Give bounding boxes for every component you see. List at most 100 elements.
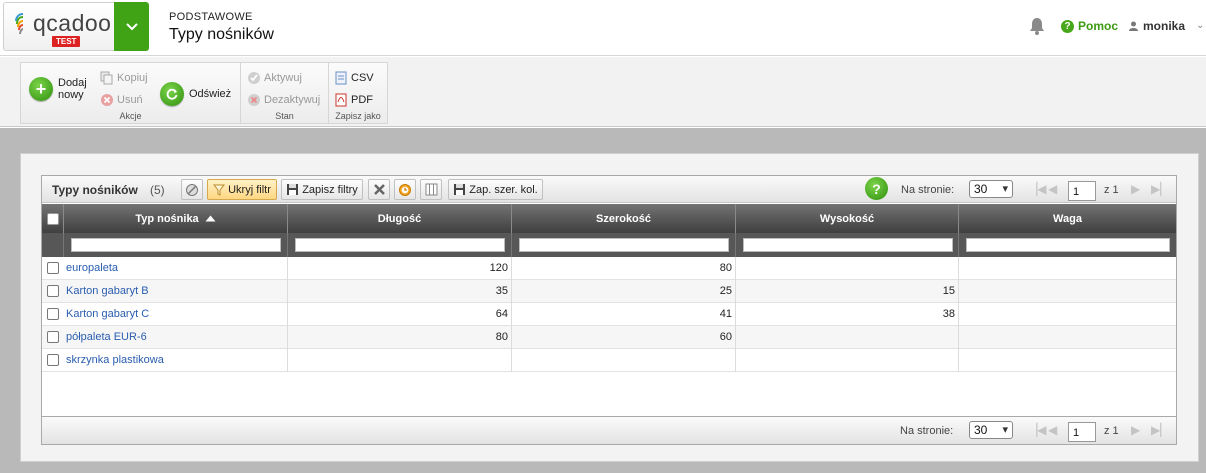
cell-weight bbox=[958, 257, 1176, 280]
column-header-width[interactable]: Szerokość bbox=[511, 204, 735, 233]
deactivate-button[interactable]: Dezaktywuj bbox=[247, 93, 320, 107]
column-header-label: Waga bbox=[1053, 212, 1082, 225]
refresh-label: Odśwież bbox=[189, 88, 232, 100]
user-menu[interactable]: monika bbox=[1129, 19, 1185, 33]
save-column-widths-button[interactable]: Zap. szer. kol. bbox=[448, 179, 543, 200]
table-row[interactable]: Karton gabaryt B 35 25 15 bbox=[42, 280, 1176, 303]
table-row[interactable]: Karton gabaryt C 64 41 38 bbox=[42, 303, 1176, 326]
cell-type[interactable]: Karton gabaryt B bbox=[63, 280, 287, 303]
cell-length: 80 bbox=[287, 326, 511, 349]
logo-icon bbox=[15, 13, 24, 35]
cell-type[interactable]: skrzynka plastikowa bbox=[63, 349, 287, 372]
export-csv-button[interactable]: CSV bbox=[334, 71, 374, 85]
top-header: qcadoo TEST PODSTAWOWE Typy nośników ? P… bbox=[0, 0, 1206, 56]
column-header-type[interactable]: Typ nośnika bbox=[63, 204, 287, 233]
cell-weight bbox=[958, 349, 1176, 372]
row-checkbox[interactable] bbox=[47, 308, 59, 320]
refresh-button[interactable]: Odśwież bbox=[160, 82, 231, 106]
delete-label: Usuń bbox=[117, 94, 143, 106]
last-page-icon[interactable]: ▶▏ bbox=[1151, 423, 1169, 437]
cell-length: 35 bbox=[287, 280, 511, 303]
pdf-label: PDF bbox=[351, 94, 373, 106]
activate-button[interactable]: Aktywuj bbox=[247, 71, 302, 85]
delete-button[interactable]: Usuń bbox=[100, 93, 143, 107]
user-name: monika bbox=[1143, 19, 1186, 33]
cell-weight bbox=[958, 303, 1176, 326]
next-page-icon[interactable]: ▶ bbox=[1131, 182, 1140, 196]
chevron-down-icon[interactable]: ⌄ bbox=[1196, 20, 1204, 31]
add-new-label-1: Dodaj bbox=[58, 77, 87, 89]
first-page-icon[interactable]: ▕◀ bbox=[1028, 423, 1046, 437]
cell-weight bbox=[958, 280, 1176, 303]
last-page-icon[interactable]: ▶▏ bbox=[1151, 182, 1169, 196]
filter-row bbox=[42, 233, 1176, 257]
per-page-select[interactable]: 30 bbox=[969, 421, 1013, 439]
filter-cell bbox=[63, 233, 287, 257]
filter-input-type[interactable] bbox=[71, 238, 281, 252]
row-checkbox[interactable] bbox=[47, 354, 59, 366]
per-page-select[interactable]: 30 bbox=[969, 180, 1013, 198]
column-header-row: Typ nośnika Długość Szerokość Wysokość W… bbox=[42, 204, 1176, 233]
breadcrumb-section: PODSTAWOWE bbox=[169, 11, 253, 23]
prev-page-icon[interactable]: ◀ bbox=[1048, 182, 1057, 196]
ribbon-group-actions: + Dodaj nowy Kopiuj Usuń Odśwież Akcje bbox=[20, 62, 240, 124]
filter-input-weight[interactable] bbox=[966, 238, 1170, 252]
page-number-value: 1 bbox=[1073, 427, 1080, 439]
table-row[interactable]: skrzynka plastikowa bbox=[42, 349, 1176, 372]
filter-input-height[interactable] bbox=[743, 238, 953, 252]
clear-filters-button[interactable] bbox=[368, 179, 390, 200]
app-logo[interactable]: qcadoo TEST bbox=[3, 2, 115, 51]
column-header-weight[interactable]: Waga bbox=[958, 204, 1176, 233]
page-number-input[interactable]: 1 bbox=[1068, 422, 1096, 442]
row-checkbox[interactable] bbox=[47, 262, 59, 274]
cell-type[interactable]: europaleta bbox=[63, 257, 287, 280]
sort-ascending-icon bbox=[205, 215, 216, 222]
add-new-button[interactable]: + Dodaj nowy bbox=[29, 77, 87, 101]
column-header-length[interactable]: Długość bbox=[287, 204, 511, 233]
main-menu-button[interactable] bbox=[114, 2, 149, 51]
copy-label: Kopiuj bbox=[117, 72, 148, 84]
first-page-icon[interactable]: ▕◀ bbox=[1028, 182, 1046, 196]
filter-cell bbox=[958, 233, 1176, 257]
next-page-icon[interactable]: ▶ bbox=[1131, 423, 1140, 437]
ribbon-group-label: Zapisz jako bbox=[335, 111, 381, 121]
row-checkbox[interactable] bbox=[47, 331, 59, 343]
per-page-value: 30 bbox=[974, 182, 988, 196]
filter-input-length[interactable] bbox=[295, 238, 505, 252]
grid-toolbar: Typy nośników (5) Ukryj filtr Zapisz fil… bbox=[42, 176, 1176, 203]
export-pdf-button[interactable]: PDF bbox=[334, 93, 373, 107]
activate-icon bbox=[248, 72, 260, 84]
help-icon: ? bbox=[1061, 19, 1074, 33]
columns-button[interactable] bbox=[420, 179, 442, 200]
filter-cell bbox=[735, 233, 958, 257]
pdf-icon bbox=[335, 93, 347, 107]
hide-filter-button[interactable]: Ukryj filtr bbox=[207, 179, 277, 200]
delete-icon bbox=[101, 94, 113, 106]
page-number-input[interactable]: 1 bbox=[1068, 181, 1096, 201]
deactivate-icon bbox=[248, 94, 260, 106]
active-filter-button[interactable] bbox=[181, 179, 203, 200]
bell-icon[interactable] bbox=[1029, 17, 1045, 35]
grid-count: (5) bbox=[150, 183, 165, 197]
cell-type[interactable]: Karton gabaryt C bbox=[63, 303, 287, 326]
help-link[interactable]: ? Pomoc bbox=[1061, 19, 1118, 33]
clock-icon bbox=[399, 183, 411, 196]
prev-page-icon[interactable]: ◀ bbox=[1048, 423, 1057, 437]
ribbon-group-save-as: CSV PDF Zapisz jako bbox=[328, 62, 388, 124]
table-row[interactable]: europaleta 120 80 bbox=[42, 257, 1176, 280]
reset-order-button[interactable] bbox=[394, 179, 416, 200]
table-row[interactable]: półpaleta EUR-6 80 60 bbox=[42, 326, 1176, 349]
cell-type[interactable]: półpaleta EUR-6 bbox=[63, 326, 287, 349]
logo-text: qcadoo bbox=[33, 10, 112, 36]
cell-height: 38 bbox=[735, 303, 958, 326]
per-page-label: Na stronie: bbox=[900, 425, 954, 437]
csv-icon bbox=[335, 71, 347, 85]
select-all-checkbox[interactable] bbox=[47, 213, 59, 225]
column-header-height[interactable]: Wysokość bbox=[735, 204, 958, 233]
copy-button[interactable]: Kopiuj bbox=[100, 71, 148, 85]
save-filters-button[interactable]: Zapisz filtry bbox=[281, 179, 363, 200]
help-icon[interactable]: ? bbox=[865, 177, 888, 200]
row-checkbox[interactable] bbox=[47, 285, 59, 297]
filter-input-width[interactable] bbox=[519, 238, 729, 252]
column-header-label: Typ nośnika bbox=[135, 212, 199, 225]
